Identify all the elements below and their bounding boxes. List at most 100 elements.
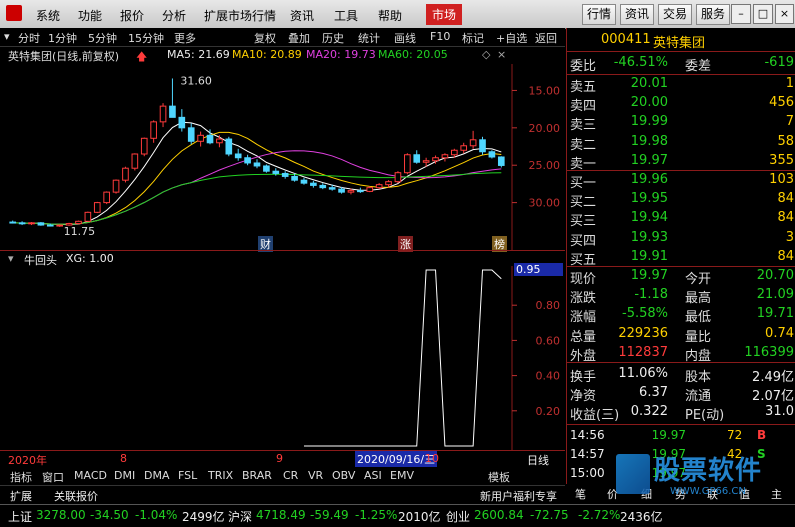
menu-system[interactable]: 系统 [36,7,60,24]
period-more[interactable]: 更多 [174,30,196,46]
candle[interactable] [93,202,101,213]
app-logo-icon[interactable] [6,5,22,21]
candle[interactable] [300,179,308,184]
kline-chart[interactable]: 30.00 25.00 20.00 15.00 31.60 11.75 [0,64,565,250]
tool-draw[interactable]: 画线 [394,30,416,46]
cy-label[interactable]: 创业 [446,508,470,525]
tab-brar[interactable]: BRAR [242,469,272,482]
menu-tools[interactable]: 工具 [334,7,358,24]
candle[interactable] [140,137,148,155]
menu-quote[interactable]: 报价 [120,7,144,24]
period-15min[interactable]: 15分钟 [128,30,164,46]
candle[interactable] [28,222,35,225]
diamond-icon[interactable]: ◇ [482,48,490,61]
promo-link[interactable]: 新用户福利专享 [480,488,557,504]
close-icon[interactable]: × [775,4,794,24]
tab-dma[interactable]: DMA [144,469,170,482]
candle[interactable] [451,149,458,156]
indicator-menu-icon[interactable]: ▾ [8,252,14,265]
candle[interactable] [169,105,176,118]
tab-vr[interactable]: VR [308,469,323,482]
candle[interactable] [357,190,364,193]
candle[interactable] [75,220,82,225]
restore-icon[interactable]: □ [753,4,773,24]
tool-mark[interactable]: 标记 [462,30,484,46]
candle[interactable] [338,188,345,193]
candle[interactable] [122,167,129,181]
candle[interactable] [310,182,317,186]
menu-function[interactable]: 功能 [78,7,102,24]
candle[interactable] [244,157,251,164]
tab-emv[interactable]: EMV [390,469,414,482]
candle[interactable] [432,157,439,162]
candle[interactable] [197,134,204,142]
btn-service[interactable]: 服务 [696,4,731,25]
related-quote-button[interactable]: 关联报价 [54,488,98,504]
menu-help[interactable]: 帮助 [378,7,402,24]
minimize-icon[interactable]: – [731,4,751,24]
candle[interactable] [9,221,17,224]
tab-dmi[interactable]: DMI [114,469,135,482]
tab-asi[interactable]: ASI [364,469,382,482]
sh-label[interactable]: 上证 [8,508,32,525]
candle[interactable] [112,179,120,193]
candle[interactable] [422,160,430,163]
close-pane-icon[interactable]: × [497,48,506,61]
candle[interactable] [225,138,233,155]
menu-analysis[interactable]: 分析 [162,7,186,24]
chart-menu-icon[interactable]: ▾ [4,30,10,43]
btn-news[interactable]: 资讯 [620,4,655,25]
candle[interactable] [404,154,411,174]
candle[interactable] [328,187,336,190]
candle[interactable] [37,222,45,226]
candle[interactable] [281,172,289,177]
tab-indicator[interactable]: 指标 [10,469,32,485]
candle[interactable] [319,184,327,189]
candle[interactable] [375,184,383,189]
tab-trix[interactable]: TRIX [208,469,233,482]
candle[interactable] [253,162,261,167]
indicator-chart[interactable]: 0.80 0.60 0.40 0.20 [0,266,565,450]
candle[interactable] [488,151,496,158]
tab-cr[interactable]: CR [283,469,298,482]
candle[interactable] [497,156,505,166]
candle[interactable] [56,224,63,227]
period-1min[interactable]: 1分钟 [48,30,77,46]
tab-macd[interactable]: MACD [74,469,107,482]
btn-trade[interactable]: 交易 [658,4,693,25]
candle[interactable] [84,211,92,222]
candle[interactable] [460,145,468,151]
candle[interactable] [103,191,110,204]
candle[interactable] [46,224,54,227]
tool-stats[interactable]: 统计 [358,30,380,46]
menu-ext-market[interactable]: 扩展市场行情 [204,7,276,24]
candle[interactable] [234,153,242,159]
candle[interactable] [441,154,449,159]
candle[interactable] [150,121,157,139]
candle[interactable] [18,222,26,225]
btn-quotes[interactable]: 行情 [582,4,617,25]
candle[interactable] [272,170,280,174]
candle[interactable] [216,138,223,144]
candle[interactable] [394,172,402,183]
candle[interactable] [291,175,298,181]
tool-overlay[interactable]: 叠加 [288,30,310,46]
detail-tab[interactable]: 笔 [575,486,586,502]
candle[interactable] [469,139,477,147]
tool-f10[interactable]: F10 [430,30,450,43]
candle[interactable] [131,153,139,169]
candle[interactable] [479,139,486,153]
candle[interactable] [347,190,355,193]
tab-fsl[interactable]: FSL [178,469,197,482]
tab-obv[interactable]: OBV [332,469,355,482]
tool-add-watch[interactable]: +自选 [496,30,527,46]
candle[interactable] [159,105,167,123]
candle[interactable] [366,187,374,192]
candle[interactable] [413,154,421,163]
tool-back[interactable]: 返回 [535,30,557,46]
period-intraday[interactable]: 分时 [18,30,40,46]
menu-market[interactable]: 市场 [426,4,463,25]
period-5min[interactable]: 5分钟 [88,30,117,46]
candle[interactable] [206,134,214,144]
sz-label[interactable]: 沪深 [228,508,252,525]
